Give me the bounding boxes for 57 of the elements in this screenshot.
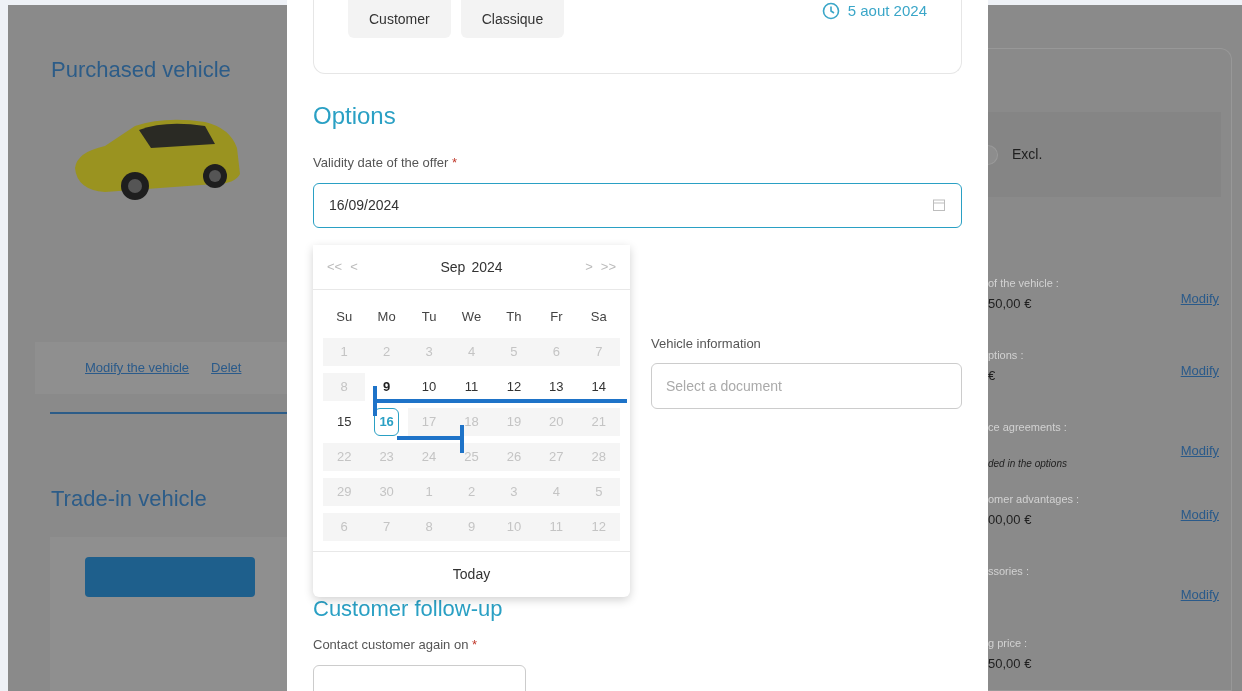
row-label: of the vehicle : xyxy=(988,276,1059,291)
modify-link[interactable]: Modify xyxy=(1180,441,1219,491)
select-field[interactable]: Select a document xyxy=(651,363,962,409)
modify-link[interactable]: Modify xyxy=(1180,585,1219,635)
field-label: Vehicle information xyxy=(651,334,762,353)
row-value: 50,00 € xyxy=(988,654,1032,673)
action-button[interactable] xyxy=(85,557,255,597)
section-title: Options xyxy=(313,101,397,131)
calendar-day[interactable]: 13 xyxy=(535,372,578,401)
radio-button[interactable] xyxy=(988,144,998,165)
weekday-label: Fr xyxy=(549,308,564,327)
row-label: ptions : xyxy=(988,348,1024,363)
prev-month-button[interactable]: < xyxy=(350,257,358,277)
next-year-button[interactable]: >> xyxy=(600,257,616,277)
weekday-label: We xyxy=(460,308,483,327)
row-note: ded in the options xyxy=(988,456,1067,471)
row-label: g price : xyxy=(988,636,1029,651)
modify-link[interactable]: Modify xyxy=(1180,505,1219,563)
field-label: Validity date of the offer * xyxy=(313,154,459,172)
section-title: Purchased vehicle xyxy=(51,56,232,84)
row-label: omer advantages : xyxy=(988,492,1080,507)
month-button[interactable]: Sep xyxy=(440,256,466,278)
radio-label: Excl. xyxy=(1012,145,1043,164)
row-label: ssories : xyxy=(988,564,1029,579)
date-field[interactable]: 16/09/2024 xyxy=(313,182,962,228)
calendar-day[interactable]: 10 xyxy=(407,372,451,401)
calendar-day[interactable]: 16 xyxy=(374,407,399,436)
action-link[interactable]: Delet xyxy=(211,358,242,378)
calendar-day[interactable]: 9 xyxy=(365,372,408,401)
tag: Classique xyxy=(460,0,565,38)
calendar-day[interactable]: 12 xyxy=(492,372,536,401)
weekday-label: Tu xyxy=(420,308,438,327)
calendar-icon xyxy=(932,198,946,212)
clock-icon xyxy=(821,2,840,20)
weekday-label: Su xyxy=(335,308,354,327)
action-link[interactable]: Modify the vehicle xyxy=(85,358,190,378)
weekday-label: Mo xyxy=(376,308,397,327)
calendar-day[interactable]: 15 xyxy=(323,407,366,436)
calendar-day[interactable]: 14 xyxy=(577,372,620,401)
prev-year-button[interactable]: << xyxy=(327,257,343,277)
modify-link[interactable]: Modify xyxy=(1180,289,1219,347)
row-value: € xyxy=(988,366,997,385)
weekday-label: Th xyxy=(505,308,523,327)
year-button[interactable]: 2024 xyxy=(471,256,503,278)
weekday-label: Sa xyxy=(589,308,608,327)
today-button[interactable]: Today xyxy=(452,564,491,585)
row-value: 50,00 € xyxy=(988,294,1033,313)
calendar-day[interactable]: 11 xyxy=(450,372,493,401)
field-label: Contact customer again on * xyxy=(313,636,479,654)
section-title: Customer follow-up xyxy=(313,595,504,623)
next-month-button[interactable]: > xyxy=(585,257,593,277)
modify-link[interactable]: Modify xyxy=(1180,361,1219,419)
row-value: 00,00 € xyxy=(988,510,1033,529)
section-title: Trade-in vehicle xyxy=(51,485,208,513)
date-text: 5 aout 2024 xyxy=(847,2,927,20)
row-label: ce agreements : xyxy=(988,420,1067,435)
tag: Customer xyxy=(348,0,451,38)
